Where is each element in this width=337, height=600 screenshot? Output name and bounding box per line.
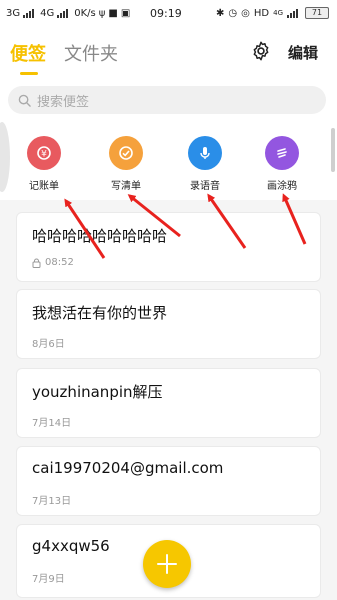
status-left: 3G 4G 0K/s ψ ■ ▣: [6, 8, 130, 19]
signal-icon: [23, 9, 37, 18]
note-meta: 7月9日: [32, 570, 65, 585]
note-card[interactable]: 我想活在有你的世界 8月6日: [16, 289, 321, 359]
quick-actions-bar: ¥ 记账单 写清单 录语音 画涂鸦: [0, 120, 337, 200]
quick-action-checklist[interactable]: 写清单: [96, 136, 156, 192]
note-time: 08:52: [45, 257, 74, 268]
note-card[interactable]: 哈哈哈哈哈哈哈哈哈 08:52: [16, 212, 321, 282]
svg-text:¥: ¥: [41, 150, 47, 160]
tab-notes[interactable]: 便签: [10, 40, 46, 66]
doodle-icon: [265, 136, 299, 170]
signal-icon: [287, 8, 301, 18]
scrollbar[interactable]: [331, 128, 335, 172]
quick-action-label: 写清单: [111, 181, 141, 192]
quick-action-bill[interactable]: ¥ 记账单: [14, 136, 74, 192]
lock-icon: [32, 258, 41, 268]
microphone-icon: [188, 136, 222, 170]
gear-icon[interactable]: [250, 40, 272, 62]
note-meta: 7月13日: [32, 492, 71, 507]
quick-action-label: 记账单: [29, 181, 59, 192]
note-meta: 7月14日: [32, 414, 71, 429]
note-title: youzhinanpin解压: [32, 383, 163, 401]
note-date: 8月6日: [32, 339, 65, 350]
check-icon: [109, 136, 143, 170]
note-date: 7月14日: [32, 418, 72, 429]
edit-button[interactable]: 编辑: [288, 42, 318, 63]
signal-icon: [57, 9, 71, 18]
status-time: 09:19: [150, 7, 182, 20]
search-icon: [18, 94, 31, 107]
note-date: 7月13日: [32, 496, 72, 507]
tab-folders[interactable]: 文件夹: [64, 40, 118, 66]
active-tab-indicator: [20, 72, 38, 75]
quick-action-label: 画涂鸦: [267, 181, 297, 192]
note-title: cai19970204@gmail.com: [32, 459, 224, 477]
note-title: g4xxqw56: [32, 537, 110, 555]
note-card[interactable]: cai19970204@gmail.com 7月13日: [16, 446, 321, 516]
search-input[interactable]: 搜索便签: [8, 86, 326, 114]
note-meta: 8月6日: [32, 335, 65, 350]
alarm-icon: ◷: [228, 7, 238, 19]
note-date: 7月9日: [32, 574, 65, 585]
quick-action-label: 录语音: [190, 181, 220, 192]
quick-action-voice[interactable]: 录语音: [175, 136, 235, 192]
add-note-button[interactable]: [143, 540, 191, 588]
bluetooth-icon: ✱: [216, 7, 225, 19]
status-right: ✱ ◷ ◎ HD 4G 71: [216, 7, 329, 19]
search-placeholder: 搜索便签: [37, 94, 90, 110]
quick-action-doodle[interactable]: 画涂鸦: [252, 136, 312, 192]
app-icon: ▣: [120, 8, 131, 19]
status-bar: 3G 4G 0K/s ψ ■ ▣ 09:19 ✱ ◷ ◎ HD 4G 71: [0, 0, 337, 28]
notification-icon: ■: [108, 8, 118, 19]
note-title: 我想活在有你的世界: [32, 304, 168, 322]
network-label-3: 4G: [273, 9, 283, 17]
mute-icon: ◎: [241, 7, 250, 19]
network-label-2: 4G: [40, 8, 55, 19]
network-label-1: 3G: [6, 8, 21, 19]
note-title: 哈哈哈哈哈哈哈哈哈: [32, 227, 168, 245]
bill-icon: ¥: [27, 136, 61, 170]
note-card[interactable]: youzhinanpin解压 7月14日: [16, 368, 321, 438]
network-speed: 0K/s: [74, 8, 96, 19]
search-section: 搜索便签: [0, 80, 337, 120]
battery-icon: 71: [305, 7, 329, 19]
note-meta: 08:52: [32, 257, 74, 268]
hd-label: HD: [253, 7, 270, 19]
usb-icon: ψ: [98, 8, 106, 19]
